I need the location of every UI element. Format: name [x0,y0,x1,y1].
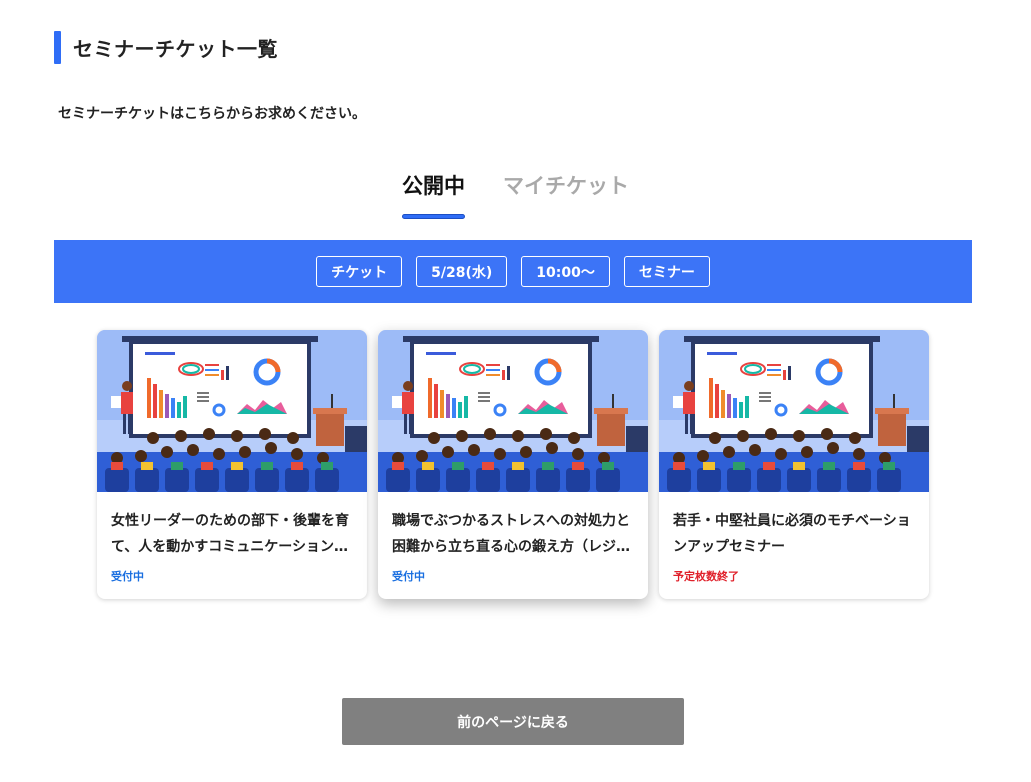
page-title: セミナーチケット一覧 [73,37,278,61]
filter-chip-seminar[interactable]: セミナー [623,256,710,287]
filter-chip-date[interactable]: 5/28(水) [416,256,508,287]
tab-my-tickets[interactable]: マイチケット [503,170,629,216]
tab-public-label: 公開中 [402,174,465,198]
page-header: セミナーチケット一覧 [54,31,278,64]
ticket-card-title: 女性リーダーのための部下・後輩を育て、人を動かすコミュニケーションセミナー [111,513,349,555]
ticket-card-title: 職場でぶつかるストレスへの対処力と困難から立ち直る心の鍛え方（レジリエンス） [392,513,630,555]
ticket-card[interactable]: 女性リーダーのための部下・後輩を育て、人を動かすコミュニケーションセミナー 受付… [97,330,367,599]
ticket-status-badge: 予定枚数終了 [673,570,739,583]
ticket-card-title: 若手・中堅社員に必須のモチベーションアップセミナー [673,513,911,555]
filter-chip-ticket[interactable]: チケット [316,256,403,287]
tab-active-indicator [402,214,465,219]
title-accent-bar [54,31,61,64]
seminar-thumbnail [97,330,367,492]
ticket-card[interactable]: 若手・中堅社員に必須のモチベーションアップセミナー 予定枚数終了 [659,330,929,599]
ticket-card[interactable]: 職場でぶつかるストレスへの対処力と困難から立ち直る心の鍛え方（レジリエンス） 受… [378,330,648,599]
tab-list: 公開中 マイチケット [0,170,1031,219]
lead-text: セミナーチケットはこちらからお求めください。 [58,106,366,122]
filter-chip-time[interactable]: 10:00〜 [521,256,610,287]
tab-public[interactable]: 公開中 [402,170,465,219]
filter-bar: チケット 5/28(水) 10:00〜 セミナー [54,240,972,303]
seminar-thumbnail [659,330,929,492]
ticket-status-badge: 受付中 [111,570,144,583]
ticket-status-badge: 受付中 [392,570,425,583]
back-to-previous-page-button[interactable]: 前のページに戻る [342,698,684,745]
ticket-card-list: 女性リーダーのための部下・後輩を育て、人を動かすコミュニケーションセミナー 受付… [97,330,929,599]
tab-my-tickets-label: マイチケット [503,174,629,198]
seminar-thumbnail [378,330,648,492]
